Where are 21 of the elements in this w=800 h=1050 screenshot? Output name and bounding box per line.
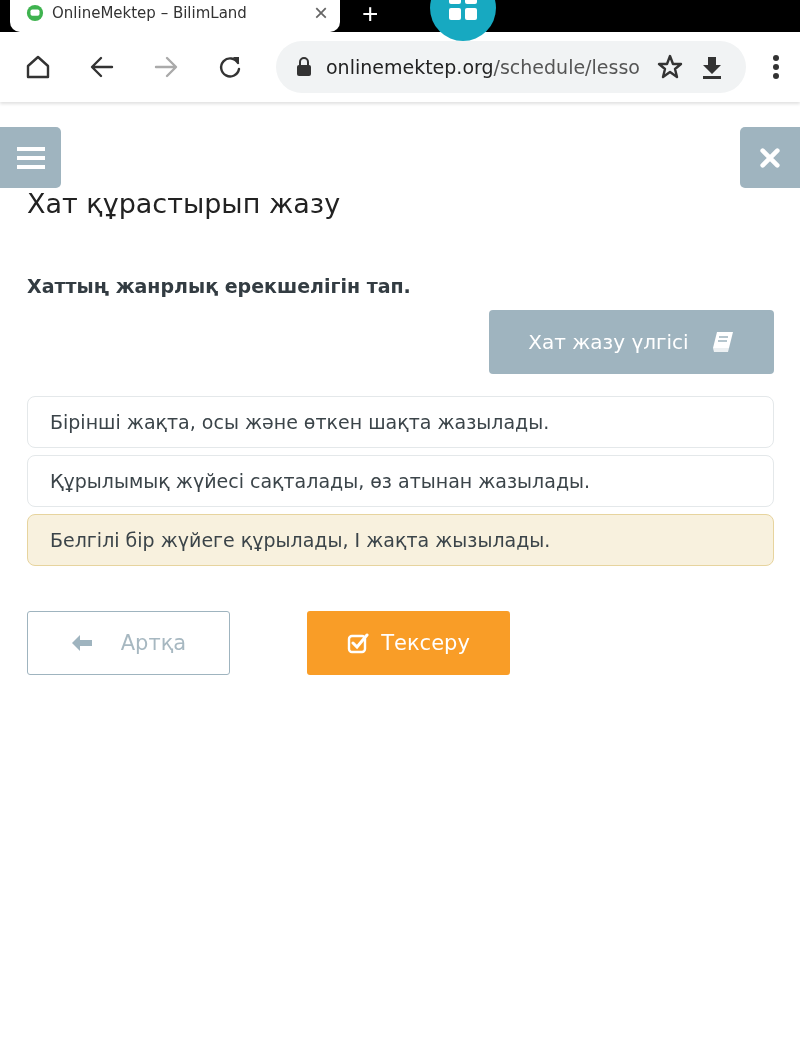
page-title: Хат құрастырып жазу — [27, 188, 342, 219]
url-text: onlinemektep.org/schedule/lesso — [326, 56, 641, 78]
browser-tab[interactable]: OnlineMektep – BilimLand × — [10, 0, 340, 32]
more-options-icon[interactable] — [772, 53, 780, 81]
menu-icon — [16, 145, 45, 170]
tab-title: OnlineMektep – BilimLand — [52, 4, 248, 22]
answer-option[interactable]: Бірінші жақта, осы және өткен шақта жазылады. — [27, 396, 774, 448]
close-icon — [759, 146, 781, 169]
favicon-icon — [26, 4, 44, 22]
answer-option[interactable]: Белгілі бір жүйеге құрылады, І жақта жызылады. — [27, 514, 774, 566]
book-icon — [710, 331, 735, 353]
new-tab-button[interactable]: + — [362, 0, 379, 28]
address-bar[interactable]: onlinemektep.org/schedule/lesso — [276, 41, 746, 93]
arrow-left-icon — [70, 634, 93, 652]
star-icon[interactable] — [656, 53, 684, 81]
checkbox-icon — [347, 632, 370, 654]
home-icon[interactable] — [24, 53, 52, 81]
answer-option[interactable]: Құрылымық жүйесі сақталады, өз атынан жазылады. — [27, 455, 774, 507]
question-text: Хаттың жанрлық ерекшелігін тап. — [27, 275, 412, 297]
close-tab-button[interactable]: × — [314, 1, 328, 25]
lock-icon — [296, 57, 312, 77]
